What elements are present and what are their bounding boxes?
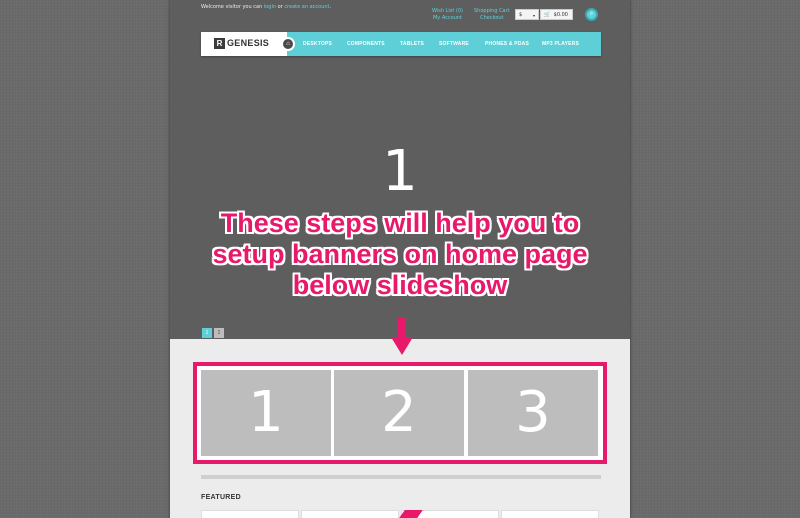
cart-links: Shopping Cart Checkout <box>474 8 510 22</box>
cart-icon: 🛒 <box>544 12 551 18</box>
section-divider <box>201 475 601 479</box>
welcome-period: . <box>329 4 332 10</box>
welcome-text: Welcome visitor you can <box>201 4 264 10</box>
cart-total: $0.00 <box>553 12 568 18</box>
logo-mark: R <box>214 38 225 49</box>
product-card[interactable] <box>301 510 399 518</box>
product-card[interactable] <box>201 510 299 518</box>
login-link[interactable]: login <box>264 4 276 10</box>
top-bar: Welcome visitor you can login or create … <box>170 0 630 28</box>
instruction-line-1: These steps will help you to <box>220 208 580 238</box>
product-card[interactable] <box>501 510 599 518</box>
slideshow-pager-1[interactable]: 1 <box>202 328 212 338</box>
banner-3[interactable]: 3 <box>468 370 598 456</box>
welcome-message: Welcome visitor you can login or create … <box>201 4 331 10</box>
instruction-line-2: setup banners on home page <box>212 239 588 269</box>
nav-item-components[interactable]: COMPONENTS <box>347 41 385 47</box>
logo-text: GENESIS <box>227 38 270 48</box>
home-icon[interactable]: ⌂ <box>281 37 295 51</box>
instruction-line-3: below slideshow <box>292 270 508 300</box>
nav-item-tablets[interactable]: TABLETS <box>400 41 424 47</box>
nav-item-phones-pdas[interactable]: PHONES & PDAS <box>485 41 529 47</box>
featured-heading: FEATURED <box>201 494 241 501</box>
banner-1[interactable]: 1 <box>201 370 331 456</box>
chevron-down-icon: ▾ <box>532 13 535 18</box>
create-account-link[interactable]: create an account <box>284 4 329 10</box>
main-navigation: R GENESIS ⌂ DESKTOPS COMPONENTS TABLETS … <box>201 32 601 56</box>
currency-value: $ <box>519 12 523 18</box>
search-icon[interactable]: ⌕ <box>585 8 598 21</box>
nav-item-desktops[interactable]: DESKTOPS <box>303 41 332 47</box>
arrow-down-icon <box>391 317 413 355</box>
checkout-link[interactable]: Checkout <box>474 15 510 22</box>
nav-item-software[interactable]: SOFTWARE <box>439 41 469 47</box>
wish-list-link[interactable]: Wish List (0) <box>432 8 463 15</box>
nav-item-mp3-players[interactable]: MP3 PLAYERS <box>542 41 579 47</box>
banner-highlight-frame: 1 2 3 <box>193 362 607 464</box>
shopping-cart-link[interactable]: Shopping Cart <box>474 8 510 15</box>
currency-select[interactable]: $ ▾ <box>515 9 539 20</box>
banner-2[interactable]: 2 <box>334 370 464 456</box>
account-links: Wish List (0) My Account <box>432 8 463 22</box>
my-account-link[interactable]: My Account <box>432 15 463 22</box>
slideshow-pager-2[interactable]: 2 <box>214 328 224 338</box>
slide-placeholder-number: 1 <box>382 139 418 204</box>
logo[interactable]: R GENESIS <box>201 32 287 56</box>
instruction-overlay: These steps will help you to setup banne… <box>0 208 800 301</box>
cart-button[interactable]: 🛒 $0.00 <box>540 9 573 20</box>
